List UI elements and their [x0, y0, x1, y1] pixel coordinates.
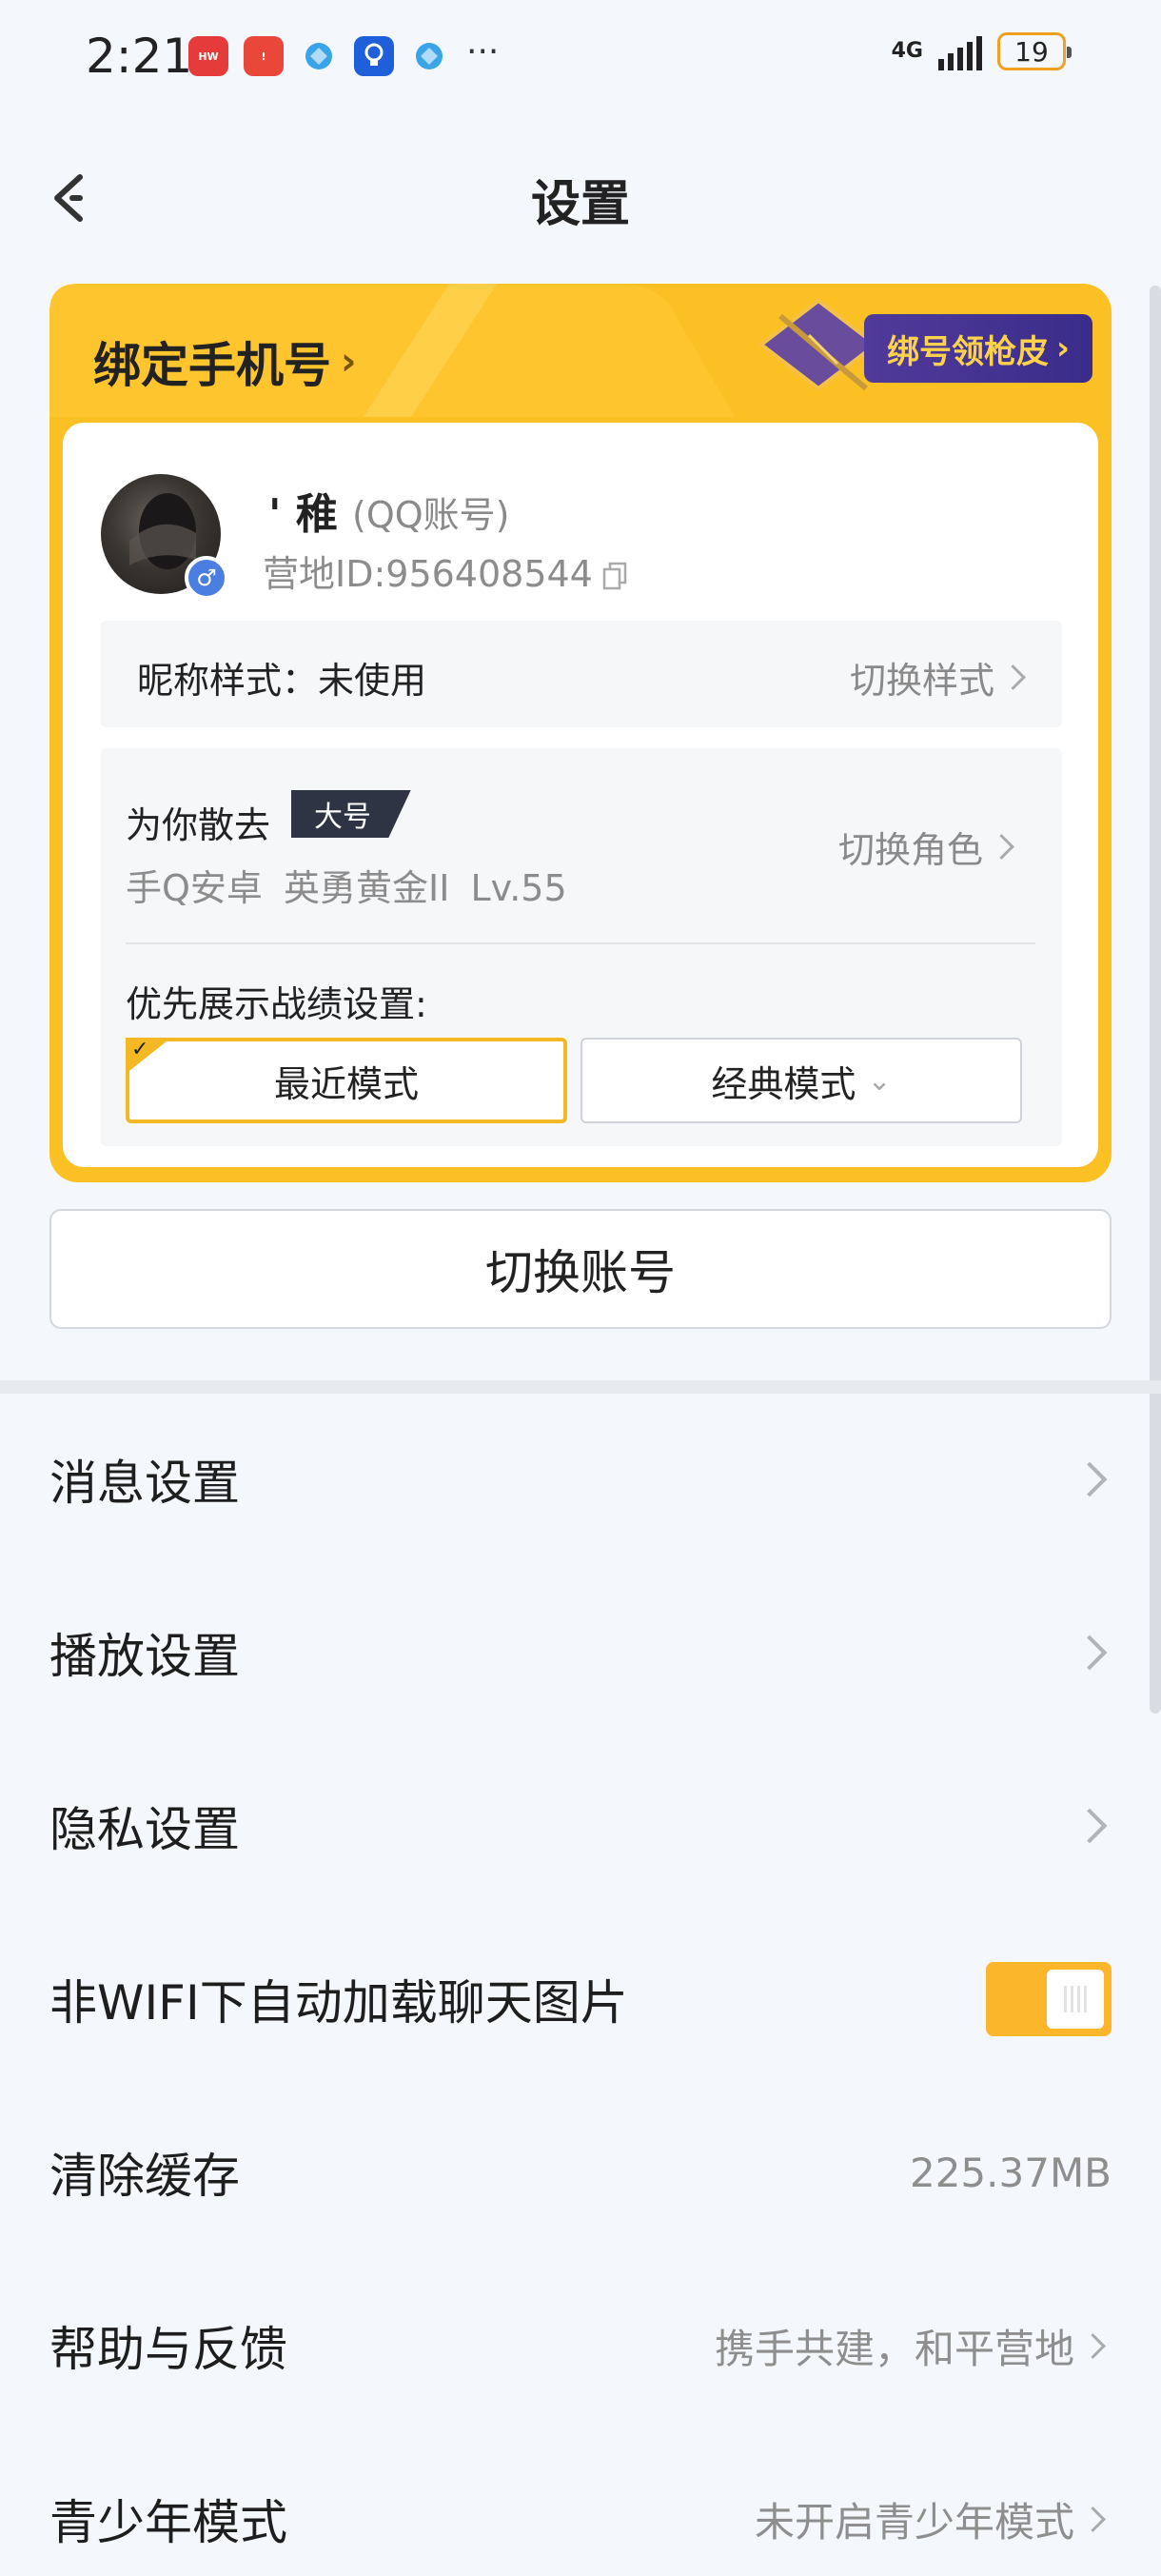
- camp-id: 营地ID:956408544: [263, 545, 627, 597]
- badge-label: 大号: [314, 801, 371, 834]
- help-feedback-item[interactable]: 帮助与反馈 携手共建，和平营地: [49, 2289, 1112, 2403]
- chevron-right-icon: [1080, 2506, 1106, 2532]
- more-notifications-icon: ···: [466, 32, 500, 71]
- promo-bind-reward-button[interactable]: 绑号领枪皮 ›: [864, 314, 1092, 383]
- chevron-right-icon: [1072, 1808, 1108, 1844]
- page-title: 设置: [530, 176, 630, 233]
- huawei-icon: HW: [188, 36, 228, 76]
- item-label: 隐私设置: [49, 1802, 240, 1857]
- chevron-right-icon: [1072, 1635, 1108, 1671]
- chevron-right-icon: ›: [341, 340, 357, 384]
- status-time: 2:21: [86, 29, 193, 84]
- section-divider: [0, 1380, 1161, 1394]
- battery-level: 19: [1014, 35, 1049, 68]
- chevron-right-icon: [1080, 2332, 1106, 2359]
- classic-mode-dropdown[interactable]: 经典模式 ⌄: [580, 1038, 1022, 1123]
- bind-phone-link[interactable]: 绑定手机号 ›: [93, 327, 356, 396]
- recent-mode-button[interactable]: 最近模式: [126, 1038, 567, 1123]
- message-settings-item[interactable]: 消息设置: [49, 1422, 1112, 1536]
- network-type: 4G: [891, 39, 923, 63]
- auto-load-images-item: 非WIFI下自动加载聊天图片: [49, 1942, 1112, 2056]
- bulb-app-icon: [354, 36, 394, 76]
- switch-account-label: 切换账号: [485, 1245, 676, 1300]
- switch-role-button[interactable]: 切换角色: [838, 821, 1020, 873]
- switch-style-label: 切换样式: [849, 660, 994, 702]
- item-label: 播放设置: [49, 1629, 240, 1684]
- browser-icon: [299, 36, 339, 76]
- item-label: 帮助与反馈: [49, 2322, 287, 2377]
- signal-icon: [938, 32, 982, 70]
- copy-icon[interactable]: [602, 557, 627, 589]
- recent-mode-label: 最近模式: [273, 1062, 419, 1105]
- toggle-knob: [1047, 1970, 1104, 2029]
- status-right: 4G 19: [891, 32, 1072, 70]
- browser-icon-2: [409, 36, 449, 76]
- item-label: 青少年模式: [49, 2495, 287, 2550]
- chevron-down-icon: ⌄: [867, 1063, 892, 1098]
- playback-settings-item[interactable]: 播放设置: [49, 1595, 1112, 1710]
- divider: [126, 942, 1035, 944]
- auto-load-images-toggle[interactable]: [986, 1962, 1112, 2036]
- battery-icon: 19: [997, 32, 1072, 70]
- role-name: 为你散去: [126, 804, 271, 846]
- check-icon: ✓: [131, 1038, 149, 1061]
- bind-phone-label: 绑定手机号: [93, 338, 331, 393]
- item-label: 非WIFI下自动加载聊天图片: [49, 1975, 628, 2031]
- camp-id-text: 营地ID:956408544: [263, 553, 593, 595]
- clear-cache-item[interactable]: 清除缓存 225.37MB: [49, 2115, 1112, 2229]
- chevron-right-icon: ›: [1055, 329, 1070, 367]
- teen-mode-item[interactable]: 青少年模式 未开启青少年模式: [49, 2462, 1112, 2576]
- account-type: (QQ账号): [352, 494, 510, 536]
- switch-account-button[interactable]: 切换账号: [49, 1209, 1112, 1329]
- classic-mode-label: 经典模式: [711, 1062, 856, 1105]
- help-feedback-hint: 携手共建，和平营地: [714, 2325, 1074, 2372]
- scrollbar[interactable]: [1150, 286, 1161, 1714]
- switch-role-label: 切换角色: [837, 829, 983, 871]
- nickname-style-label: 昵称样式：未使用: [137, 660, 427, 702]
- teen-mode-status: 未开启青少年模式: [754, 2498, 1074, 2546]
- record-display-label: 优先展示战绩设置:: [126, 983, 427, 1025]
- nickname: ' 稚: [268, 490, 338, 539]
- cache-size: 225.37MB: [909, 2149, 1112, 2196]
- promo-label: 绑号领枪皮: [886, 332, 1049, 371]
- item-label: 消息设置: [49, 1456, 240, 1511]
- chevron-right-icon: [989, 834, 1014, 860]
- item-label: 清除缓存: [49, 2149, 240, 2204]
- alert-app-icon: !: [244, 36, 284, 76]
- male-gender-icon: ♂: [185, 556, 228, 600]
- chevron-right-icon: [1000, 664, 1026, 690]
- privacy-settings-item[interactable]: 隐私设置: [49, 1769, 1112, 1883]
- role-info: 手Q安卓 英勇黄金II Lv.55: [126, 867, 567, 909]
- switch-style-button[interactable]: 切换样式: [850, 651, 1032, 703]
- chevron-right-icon: [1072, 1461, 1108, 1497]
